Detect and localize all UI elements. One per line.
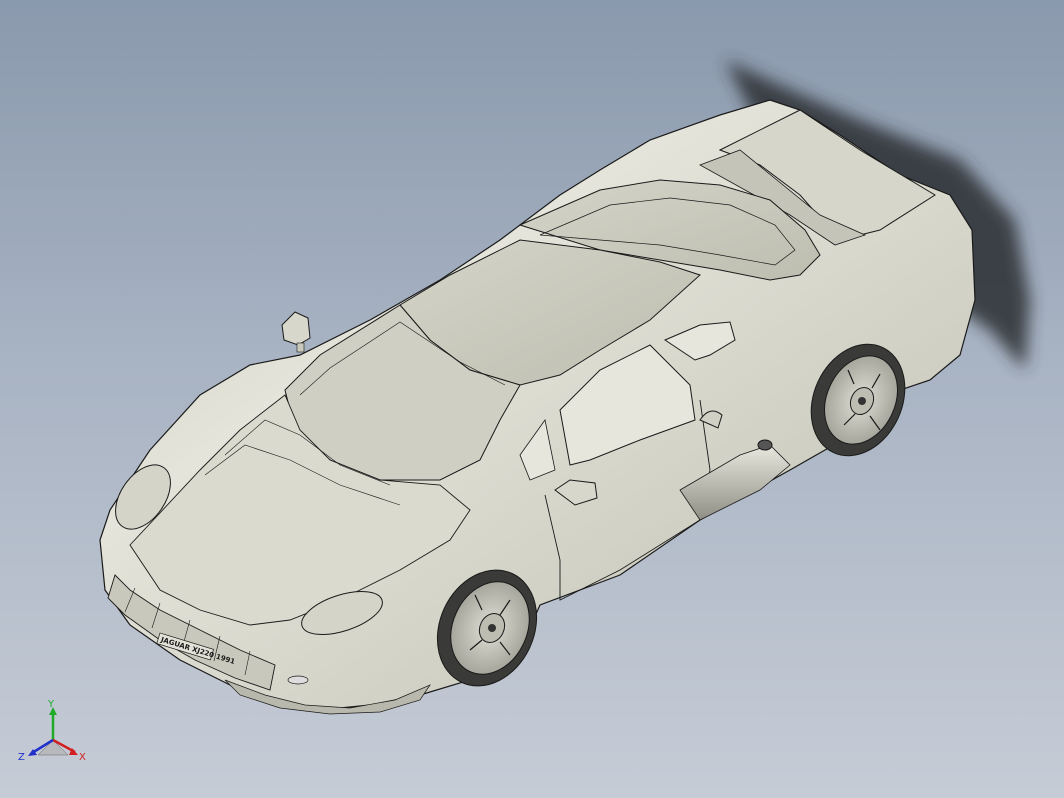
car-model[interactable]: JAGUAR XJ220 1991	[0, 0, 1064, 798]
x-axis-label: X	[79, 752, 86, 763]
graphics-viewport[interactable]: JAGUAR XJ220 1991 Y X Z	[0, 0, 1064, 798]
fog-light	[287, 675, 309, 685]
left-mirror[interactable]	[281, 311, 311, 346]
mirror-stem	[296, 342, 305, 353]
z-axis-label: Z	[18, 752, 25, 763]
fuel-cap	[757, 439, 773, 451]
axis-triad[interactable]: Y X Z	[18, 700, 88, 770]
y-axis-label: Y	[47, 700, 55, 710]
